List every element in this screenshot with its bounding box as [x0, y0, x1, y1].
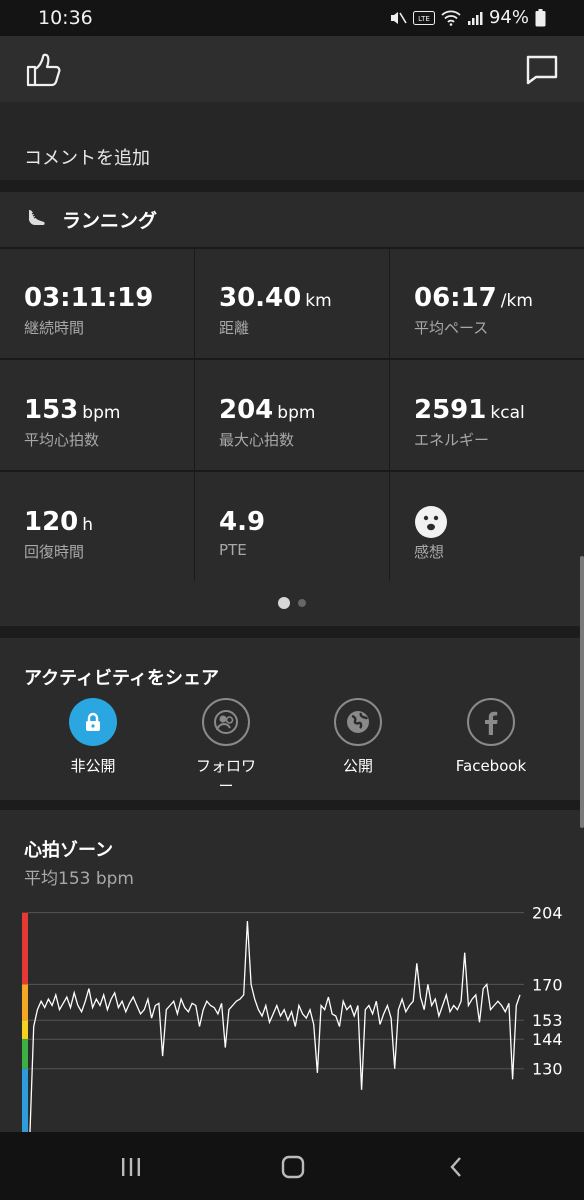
lock-icon[interactable] [69, 698, 117, 746]
status-time: 10:36 [38, 7, 93, 29]
share-label: 非公開 [70, 757, 116, 775]
heart-rate-card: 心拍ゾーン 平均153 bpm 204 170 153 144 130 [0, 810, 584, 1132]
stat-value: 30.40 km [219, 283, 332, 313]
wifi-icon [441, 10, 461, 26]
y-tick-label: 153 [532, 1011, 563, 1030]
stat-duration: 03:11:19 継続時間 [0, 247, 194, 359]
status-icons: LTE 94% [389, 7, 546, 28]
recent-apps-icon[interactable] [116, 1152, 146, 1182]
action-bar [0, 36, 584, 102]
stat-label: PTE [219, 541, 247, 559]
activity-title: ランニング [62, 210, 158, 232]
share-public[interactable]: 公開 [298, 698, 418, 776]
stat-label: 平均ペース [414, 319, 489, 337]
page-indicator [0, 596, 584, 612]
zone-bar [22, 984, 28, 1021]
page-dot[interactable] [298, 599, 306, 607]
signal-icon [467, 10, 483, 26]
stat-max-hr: 204 bpm 最大心拍数 [195, 359, 389, 471]
stat-value: 06:17/km [414, 283, 533, 313]
stat-value: 03:11:19 [24, 283, 154, 313]
share-label: Facebook [455, 757, 527, 775]
facebook-icon[interactable] [467, 698, 515, 746]
stat-avg-hr: 153 bpm 平均心拍数 [0, 359, 194, 471]
stat-label: 最大心拍数 [219, 431, 295, 449]
battery-icon [535, 8, 546, 27]
share-facebook[interactable]: Facebook [431, 698, 551, 776]
share-followers[interactable]: フォロワー [166, 698, 286, 796]
volte-icon: LTE [412, 10, 435, 25]
speech-bubble-icon[interactable] [522, 50, 562, 90]
stat-recovery: 120 h 回復時間 [0, 471, 194, 583]
stat-value: 153 bpm [24, 395, 121, 425]
heart-rate-chart: 204 170 153144 130 [22, 904, 563, 1132]
activity-summary-card: ランニング 03:11:19 継続時間 30.40 km 距離 06:17/km … [0, 192, 584, 626]
zone-bar [22, 1039, 28, 1069]
stat-value: 204 bpm [219, 395, 316, 425]
scrollbar[interactable] [580, 556, 584, 828]
stat-value: 2591 kcal [414, 395, 525, 425]
stat-label: 距離 [219, 319, 250, 337]
status-bar: 10:36 LTE 94% [0, 0, 584, 36]
zone-bar [22, 1020, 28, 1040]
stat-pte: 4.9 PTE [195, 471, 389, 583]
page-dot-active[interactable] [278, 597, 290, 609]
activity-header: ランニング [0, 192, 584, 248]
battery-percent: 94% [488, 7, 529, 28]
stats-grid: 03:11:19 継続時間 30.40 km 距離 06:17/km 平均ペース … [0, 247, 584, 583]
smiley-face-icon[interactable] [414, 505, 448, 546]
stat-label: 平均心拍数 [24, 431, 100, 449]
add-comment-field[interactable]: コメントを追加 [24, 144, 150, 170]
stat-value: 120 h [24, 507, 94, 537]
stat-label: 継続時間 [24, 319, 85, 337]
stat-label: 回復時間 [24, 543, 85, 561]
back-icon[interactable] [442, 1152, 472, 1182]
comment-section: コメントを追加 [0, 102, 584, 180]
thumbs-up-icon[interactable] [24, 50, 64, 90]
share-card: アクティビティをシェア 非公開 フォロワー 公開 Facebook [0, 638, 584, 800]
mute-icon [389, 9, 407, 27]
y-tick-label: 130 [532, 1060, 563, 1079]
navigation-bar [0, 1132, 584, 1200]
y-tick-label: 170 [532, 975, 563, 994]
stat-avg-pace: 06:17/km 平均ペース [390, 247, 584, 359]
stat-energy: 2591 kcal エネルギー [390, 359, 584, 471]
share-label: フォロワー [196, 757, 257, 795]
zone-bar [22, 1068, 28, 1132]
share-private[interactable]: 非公開 [33, 698, 153, 776]
stat-label: エネルギー [414, 431, 490, 449]
stat-value: 4.9 [219, 507, 266, 537]
stat-label: 感想 [414, 543, 445, 561]
home-icon[interactable] [278, 1152, 308, 1182]
y-tick-label: 144 [532, 1030, 563, 1049]
share-title: アクティビティをシェア [24, 668, 219, 689]
running-shoe-icon [26, 206, 48, 228]
zone-bar [22, 912, 28, 985]
hr-title: 心拍ゾーン [24, 840, 114, 861]
followers-icon[interactable] [202, 698, 250, 746]
globe-icon[interactable] [334, 698, 382, 746]
y-tick-label: 204 [532, 904, 563, 923]
share-label: 公開 [342, 757, 373, 775]
hr-subtitle: 平均153 bpm [24, 869, 134, 889]
heart-rate-line [29, 921, 521, 1132]
stat-feeling[interactable]: 感想 [390, 471, 584, 583]
stat-distance: 30.40 km 距離 [195, 247, 389, 359]
svg-text:LTE: LTE [418, 15, 430, 23]
